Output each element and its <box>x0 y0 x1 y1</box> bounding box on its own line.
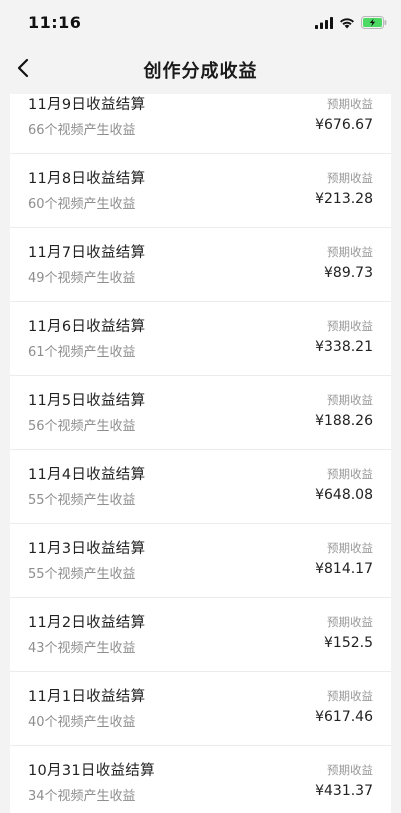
expected-earnings-label: 预期收益 <box>327 615 373 629</box>
expected-earnings-label: 预期收益 <box>327 393 373 407</box>
earnings-row[interactable]: 11月4日收益结算 55个视频产生收益 预期收益 ¥648.08 <box>10 450 391 524</box>
settlement-date-title: 11月5日收益结算 <box>28 393 146 409</box>
expected-earnings-label: 预期收益 <box>327 245 373 259</box>
wifi-icon <box>339 14 355 33</box>
expected-earnings-label: 预期收益 <box>327 97 373 111</box>
earnings-amount: ¥188.26 <box>315 413 373 429</box>
earnings-amount: ¥338.21 <box>315 339 373 355</box>
expected-earnings-label: 预期收益 <box>327 467 373 481</box>
earnings-amount: ¥648.08 <box>315 487 373 503</box>
settlement-date-title: 11月8日收益结算 <box>28 171 146 187</box>
expected-earnings-label: 预期收益 <box>327 763 373 777</box>
video-count-subtitle: 40个视频产生收益 <box>28 715 136 730</box>
video-count-subtitle: 66个视频产生收益 <box>28 123 136 138</box>
settlement-date-title: 11月2日收益结算 <box>28 615 146 631</box>
earnings-amount: ¥213.28 <box>315 191 373 207</box>
earnings-row[interactable]: 11月2日收益结算 43个视频产生收益 预期收益 ¥152.5 <box>10 598 391 672</box>
expected-earnings-label: 预期收益 <box>327 541 373 555</box>
nav-bar: 创作分成收益 <box>0 44 401 94</box>
status-bar: 11:16 <box>0 0 401 44</box>
video-count-subtitle: 43个视频产生收益 <box>28 641 136 656</box>
settlement-date-title: 11月6日收益结算 <box>28 319 146 335</box>
earnings-row[interactable]: 11月7日收益结算 49个视频产生收益 预期收益 ¥89.73 <box>10 228 391 302</box>
video-count-subtitle: 49个视频产生收益 <box>28 271 136 286</box>
status-time: 11:16 <box>28 13 82 32</box>
video-count-subtitle: 55个视频产生收益 <box>28 493 136 508</box>
settlement-date-title: 10月31日收益结算 <box>28 763 155 779</box>
video-count-subtitle: 34个视频产生收益 <box>28 789 136 804</box>
settlement-date-title: 11月3日收益结算 <box>28 541 146 557</box>
app-screen: 11:16 创作分成收益 11月9日收益结算 66个视频产生收益 预期收益 ¥6… <box>0 0 401 813</box>
earnings-amount: ¥814.17 <box>315 561 373 577</box>
video-count-subtitle: 60个视频产生收益 <box>28 197 136 212</box>
earnings-amount: ¥431.37 <box>315 783 373 799</box>
earnings-row[interactable]: 11月3日收益结算 55个视频产生收益 预期收益 ¥814.17 <box>10 524 391 598</box>
battery-charging-icon <box>361 14 387 33</box>
settlement-date-title: 11月4日收益结算 <box>28 467 146 483</box>
earnings-row[interactable]: 10月31日收益结算 34个视频产生收益 预期收益 ¥431.37 <box>10 746 391 813</box>
earnings-list-card[interactable]: 11月9日收益结算 66个视频产生收益 预期收益 ¥676.67 11月8日收益… <box>10 94 391 813</box>
page-title: 创作分成收益 <box>143 61 258 82</box>
settlement-date-title: 11月9日收益结算 <box>28 97 146 113</box>
earnings-row[interactable]: 11月6日收益结算 61个视频产生收益 预期收益 ¥338.21 <box>10 302 391 376</box>
earnings-row[interactable]: 11月5日收益结算 56个视频产生收益 预期收益 ¥188.26 <box>10 376 391 450</box>
status-icons <box>315 14 387 33</box>
earnings-amount: ¥89.73 <box>324 265 373 281</box>
earnings-amount: ¥152.5 <box>324 635 373 651</box>
signal-icon <box>315 14 333 33</box>
video-count-subtitle: 56个视频产生收益 <box>28 419 136 434</box>
earnings-row[interactable]: 11月1日收益结算 40个视频产生收益 预期收益 ¥617.46 <box>10 672 391 746</box>
earnings-list: 11月9日收益结算 66个视频产生收益 预期收益 ¥676.67 11月8日收益… <box>10 94 391 813</box>
video-count-subtitle: 55个视频产生收益 <box>28 567 136 582</box>
expected-earnings-label: 预期收益 <box>327 171 373 185</box>
settlement-date-title: 11月1日收益结算 <box>28 689 146 705</box>
settlement-date-title: 11月7日收益结算 <box>28 245 146 261</box>
earnings-row[interactable]: 11月9日收益结算 66个视频产生收益 预期收益 ¥676.67 <box>10 94 391 154</box>
expected-earnings-label: 预期收益 <box>327 319 373 333</box>
earnings-amount: ¥617.46 <box>315 709 373 725</box>
video-count-subtitle: 61个视频产生收益 <box>28 345 136 360</box>
expected-earnings-label: 预期收益 <box>327 689 373 703</box>
earnings-amount: ¥676.67 <box>315 117 373 133</box>
earnings-row[interactable]: 11月8日收益结算 60个视频产生收益 预期收益 ¥213.28 <box>10 154 391 228</box>
